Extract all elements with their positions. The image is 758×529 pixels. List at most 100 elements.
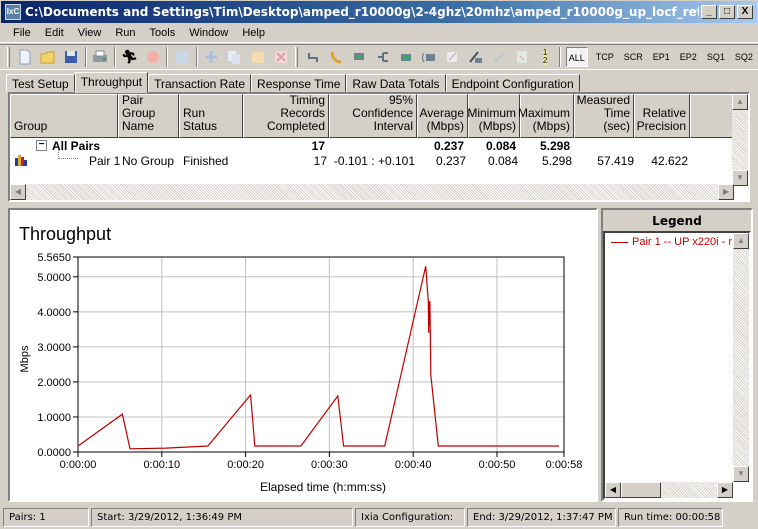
scroll-up-icon[interactable]: ▲ <box>733 233 749 249</box>
filter-tcp[interactable]: TCP <box>594 47 616 67</box>
column-header-minimum[interactable]: Minimum (Mbps) <box>467 94 520 138</box>
menu-run[interactable]: Run <box>115 27 135 39</box>
x-tick-label: 0:00:10 <box>143 459 180 471</box>
column-header-group[interactable]: Group <box>10 94 118 138</box>
legend-entry[interactable]: Pair 1 -- UP x220i - r10000g <box>611 236 749 248</box>
legend-vertical-scrollbar[interactable]: ▲ ▼ <box>733 233 749 482</box>
script-editor-icon[interactable] <box>465 46 486 68</box>
print-icon[interactable] <box>90 46 111 68</box>
tab-transaction-rate[interactable]: Transaction Rate <box>148 74 252 92</box>
status-pairs: Pairs: 1 <box>3 508 89 527</box>
connect-icon[interactable] <box>302 46 323 68</box>
endpoint-icon[interactable] <box>349 46 370 68</box>
row-records: 17 <box>313 154 327 168</box>
legend-horizontal-scrollbar[interactable]: ◀ ▶ <box>605 482 733 498</box>
edit-icon[interactable] <box>442 46 463 68</box>
window-title: C:\Documents and Settings\Tim\Desktop\am… <box>25 5 699 19</box>
menu-edit[interactable]: Edit <box>45 27 64 39</box>
tree-icon[interactable] <box>372 46 393 68</box>
filter-sq1[interactable]: SQ1 <box>705 47 727 67</box>
summary-maximum: 5.298 <box>539 139 570 153</box>
scroll-right-icon[interactable]: ▶ <box>717 482 733 498</box>
scroll-down-icon[interactable]: ▼ <box>733 466 749 482</box>
results-table: Group Pair Group Name Run Status Timing … <box>8 92 750 202</box>
add-pair-icon[interactable] <box>201 46 222 68</box>
minimize-button[interactable]: _ <box>701 5 717 19</box>
tab-test-setup[interactable]: Test Setup <box>6 74 75 92</box>
column-header-confidence-interval[interactable]: 95% Confidence Interval <box>329 94 417 138</box>
collapse-toggle[interactable]: − <box>36 140 47 151</box>
y-tick-label: 0.0000 <box>37 447 71 459</box>
maximize-button[interactable]: □ <box>719 5 735 19</box>
menu-help[interactable]: Help <box>242 27 265 39</box>
row-relative-precision: 42.622 <box>651 154 688 168</box>
chart-pane: Throughput 0.0000 1.0000 2.0000 3.0000 4.000… <box>8 208 598 502</box>
toolbar-grip[interactable] <box>295 47 299 67</box>
paste-icon[interactable] <box>247 46 268 68</box>
summary-minimum: 0.084 <box>485 139 516 153</box>
tree-connector <box>58 150 78 159</box>
tab-endpoint-configuration[interactable]: Endpoint Configuration <box>445 74 580 92</box>
tab-response-time[interactable]: Response Time <box>251 74 347 92</box>
table-horizontal-scrollbar[interactable]: ◀ ▶ <box>10 184 734 200</box>
x-tick-label: 0:00:30 <box>311 459 348 471</box>
delete-icon[interactable] <box>270 46 291 68</box>
column-header-pair-group-name[interactable]: Pair Group Name <box>118 94 179 138</box>
scroll-down-icon[interactable]: ▼ <box>732 170 748 186</box>
tab-raw-data-totals[interactable]: Raw Data Totals <box>346 74 446 92</box>
column-header-measured-time[interactable]: Measured Time (sec) <box>574 94 634 138</box>
menu-window[interactable]: Window <box>189 27 228 39</box>
menu-view[interactable]: View <box>78 27 102 39</box>
chart-icon[interactable] <box>488 46 509 68</box>
y-tick-label: 5.5650 <box>37 252 71 264</box>
column-header-relative-precision[interactable]: Relative Precision <box>634 94 690 138</box>
summary-records: 17 <box>311 139 325 153</box>
menu-file[interactable]: File <box>13 27 31 39</box>
tv-icon[interactable] <box>395 46 416 68</box>
menu-tools[interactable]: Tools <box>150 27 176 39</box>
broadcast-icon[interactable] <box>418 46 439 68</box>
filter-all[interactable]: ALL <box>565 47 588 67</box>
toolbar: 🏃︎ 12 ALL TCP SCR EP1 EP2 SQ1 SQ2 <box>0 44 758 70</box>
copy-icon[interactable] <box>224 46 245 68</box>
filter-sq2[interactable]: SQ2 <box>733 47 755 67</box>
filter-ep2[interactable]: EP2 <box>678 47 699 67</box>
tab-strip: Test Setup Throughput Transaction Rate R… <box>6 72 580 93</box>
toolbar-separator <box>195 47 198 67</box>
scroll-left-icon[interactable]: ◀ <box>605 482 621 498</box>
refresh-icon[interactable] <box>171 46 192 68</box>
phone-icon[interactable] <box>326 46 347 68</box>
table-vertical-scrollbar[interactable]: ▲ ▼ <box>732 94 748 186</box>
filter-ep1[interactable]: EP1 <box>651 47 672 67</box>
title-bar: IxC C:\Documents and Settings\Tim\Deskto… <box>0 0 758 24</box>
numbering-icon[interactable]: 12 <box>535 46 556 68</box>
save-icon[interactable] <box>60 46 81 68</box>
new-file-icon[interactable] <box>14 46 35 68</box>
row-minimum: 0.084 <box>487 154 518 168</box>
scroll-right-icon[interactable]: ▶ <box>718 184 734 200</box>
table-row[interactable]: Pair 1 No Group Finished 17 -0.101 : +0.… <box>10 150 710 168</box>
summary-row[interactable]: − All Pairs 17 0.237 0.084 5.298 <box>10 139 710 153</box>
x-tick-label: 0:00:00 <box>60 459 97 471</box>
column-header-maximum[interactable]: Maximum (Mbps) <box>518 94 574 138</box>
open-folder-icon[interactable] <box>37 46 58 68</box>
summary-average: 0.237 <box>433 139 464 153</box>
scroll-up-icon[interactable]: ▲ <box>732 94 748 110</box>
column-header-run-status[interactable]: Run Status <box>179 94 243 138</box>
close-button[interactable]: X <box>737 5 753 19</box>
toolbar-grip[interactable] <box>7 47 10 67</box>
column-header-timing-records[interactable]: Timing Records Completed <box>243 94 329 138</box>
scroll-left-icon[interactable]: ◀ <box>10 184 26 200</box>
status-run-time: Run time: 00:00:58 <box>618 508 723 527</box>
column-header-average[interactable]: Average (Mbps) <box>417 94 468 138</box>
throughput-chart: 0.0000 1.0000 2.0000 3.0000 4.0000 5.0000 5.56… <box>19 252 582 494</box>
tab-throughput[interactable]: Throughput <box>74 72 149 93</box>
stop-icon[interactable] <box>142 46 163 68</box>
scroll-thumb[interactable] <box>621 482 661 498</box>
app-icon: IxC <box>5 4 21 20</box>
report-icon[interactable] <box>511 46 532 68</box>
y-tick-label: 3.0000 <box>37 342 71 354</box>
run-icon[interactable]: 🏃︎ <box>119 46 140 68</box>
x-tick-label: 0:00:20 <box>227 459 264 471</box>
filter-scr[interactable]: SCR <box>622 47 645 67</box>
